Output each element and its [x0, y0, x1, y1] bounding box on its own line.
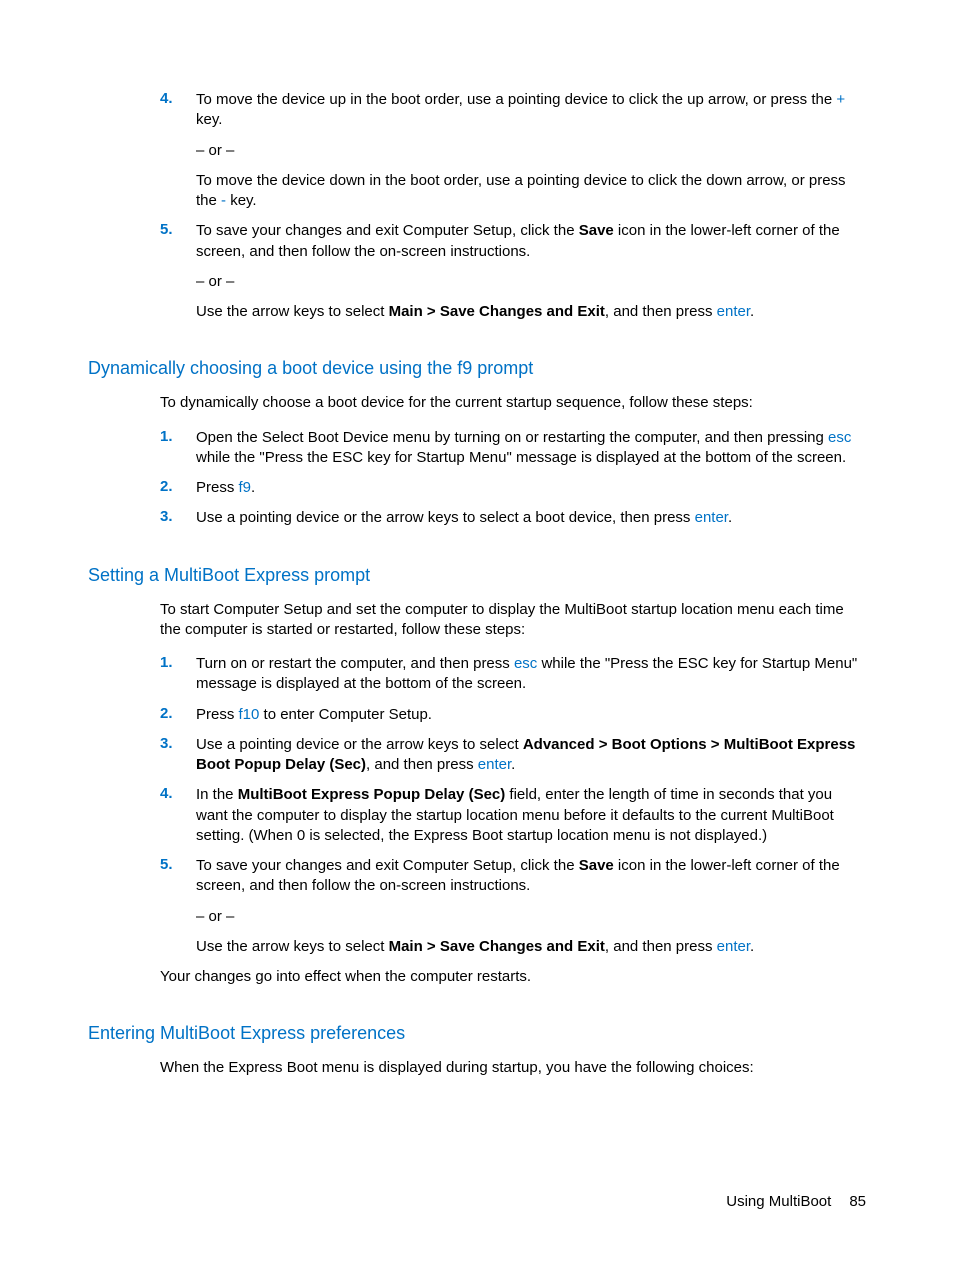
text: while the "Press the ESC key for Startup… — [196, 449, 846, 466]
key-esc: esc — [514, 655, 537, 672]
key-enter: enter — [695, 509, 728, 526]
text: Use the arrow keys to select — [196, 303, 389, 320]
menu-path: Main > Save Changes and Exit — [389, 303, 605, 320]
or-separator: – or – — [196, 907, 866, 927]
s1-step-3: 3. Use a pointing device or the arrow ke… — [88, 508, 866, 528]
text: Press — [196, 706, 239, 723]
section-intro: When the Express Boot menu is displayed … — [160, 1058, 866, 1078]
page-number: 85 — [849, 1193, 866, 1210]
text: Open the Select Boot Device menu by turn… — [196, 429, 828, 446]
text: to enter Computer Setup. — [259, 706, 432, 723]
s2-step-4: 4. In the MultiBoot Express Popup Delay … — [88, 785, 866, 846]
step-content: Turn on or restart the computer, and the… — [196, 654, 866, 695]
text: In the — [196, 786, 238, 803]
field-label: MultiBoot Express Popup Delay (Sec) — [238, 786, 506, 803]
step-number: 3. — [88, 508, 196, 528]
key-f10: f10 — [239, 706, 260, 723]
step-4: 4. To move the device up in the boot ord… — [88, 90, 866, 211]
section-heading-multiboot-prefs: Entering MultiBoot Express preferences — [88, 1023, 866, 1044]
s2-step-5: 5. To save your changes and exit Compute… — [88, 856, 866, 957]
text: . — [750, 303, 754, 320]
text: . — [750, 938, 754, 955]
footer-label: Using MultiBoot — [726, 1193, 831, 1210]
step-content: To move the device up in the boot order,… — [196, 90, 866, 211]
key-enter: enter — [478, 756, 511, 773]
step-number: 4. — [88, 785, 196, 846]
step-content: Press f9. — [196, 478, 866, 498]
step-number: 2. — [88, 478, 196, 498]
text: , and then press — [605, 938, 717, 955]
text: . — [728, 509, 732, 526]
text: Use a pointing device or the arrow keys … — [196, 509, 695, 526]
text: Use the arrow keys to select — [196, 938, 389, 955]
step-content: In the MultiBoot Express Popup Delay (Se… — [196, 785, 866, 846]
text: key. — [226, 192, 257, 209]
step-number: 5. — [88, 221, 196, 322]
section-intro: To start Computer Setup and set the comp… — [160, 600, 866, 641]
text: To move the device down in the boot orde… — [196, 172, 846, 209]
or-separator: – or – — [196, 141, 866, 161]
text: To save your changes and exit Computer S… — [196, 857, 579, 874]
document-page: 4. To move the device up in the boot ord… — [0, 0, 954, 1270]
step-content: To save your changes and exit Computer S… — [196, 221, 866, 322]
section-intro: To dynamically choose a boot device for … — [160, 393, 866, 413]
step-content: To save your changes and exit Computer S… — [196, 856, 866, 957]
key-f9: f9 — [239, 479, 252, 496]
s1-step-2: 2. Press f9. — [88, 478, 866, 498]
text: Press — [196, 479, 239, 496]
section-heading-f9: Dynamically choosing a boot device using… — [88, 358, 866, 379]
step-content: Open the Select Boot Device menu by turn… — [196, 428, 866, 469]
text: , and then press — [605, 303, 717, 320]
s1-step-1: 1. Open the Select Boot Device menu by t… — [88, 428, 866, 469]
section-heading-multiboot-prompt: Setting a MultiBoot Express prompt — [88, 565, 866, 586]
step-number: 2. — [88, 705, 196, 725]
section-closing: Your changes go into effect when the com… — [160, 967, 866, 987]
text: To move the device up in the boot order,… — [196, 91, 836, 108]
step-content: Use a pointing device or the arrow keys … — [196, 735, 866, 776]
step-5: 5. To save your changes and exit Compute… — [88, 221, 866, 322]
step-content: Use a pointing device or the arrow keys … — [196, 508, 866, 528]
s2-step-1: 1. Turn on or restart the computer, and … — [88, 654, 866, 695]
menu-path: Main > Save Changes and Exit — [389, 938, 605, 955]
step-number: 1. — [88, 428, 196, 469]
text: , and then press — [366, 756, 478, 773]
step-number: 1. — [88, 654, 196, 695]
step-number: 3. — [88, 735, 196, 776]
text: key. — [196, 111, 222, 128]
key-enter: enter — [717, 938, 750, 955]
step-number: 4. — [88, 90, 196, 211]
key-esc: esc — [828, 429, 851, 446]
text: . — [511, 756, 515, 773]
key-enter: enter — [717, 303, 750, 320]
step-number: 5. — [88, 856, 196, 957]
s2-step-2: 2. Press f10 to enter Computer Setup. — [88, 705, 866, 725]
s2-step-3: 3. Use a pointing device or the arrow ke… — [88, 735, 866, 776]
text: . — [251, 479, 255, 496]
step-content: Press f10 to enter Computer Setup. — [196, 705, 866, 725]
text: Use a pointing device or the arrow keys … — [196, 736, 523, 753]
text: Turn on or restart the computer, and the… — [196, 655, 514, 672]
text: To save your changes and exit Computer S… — [196, 222, 579, 239]
key-plus: + — [836, 91, 845, 108]
or-separator: – or – — [196, 272, 866, 292]
save-icon-label: Save — [579, 857, 614, 874]
save-icon-label: Save — [579, 222, 614, 239]
page-footer: Using MultiBoot 85 — [726, 1193, 866, 1210]
